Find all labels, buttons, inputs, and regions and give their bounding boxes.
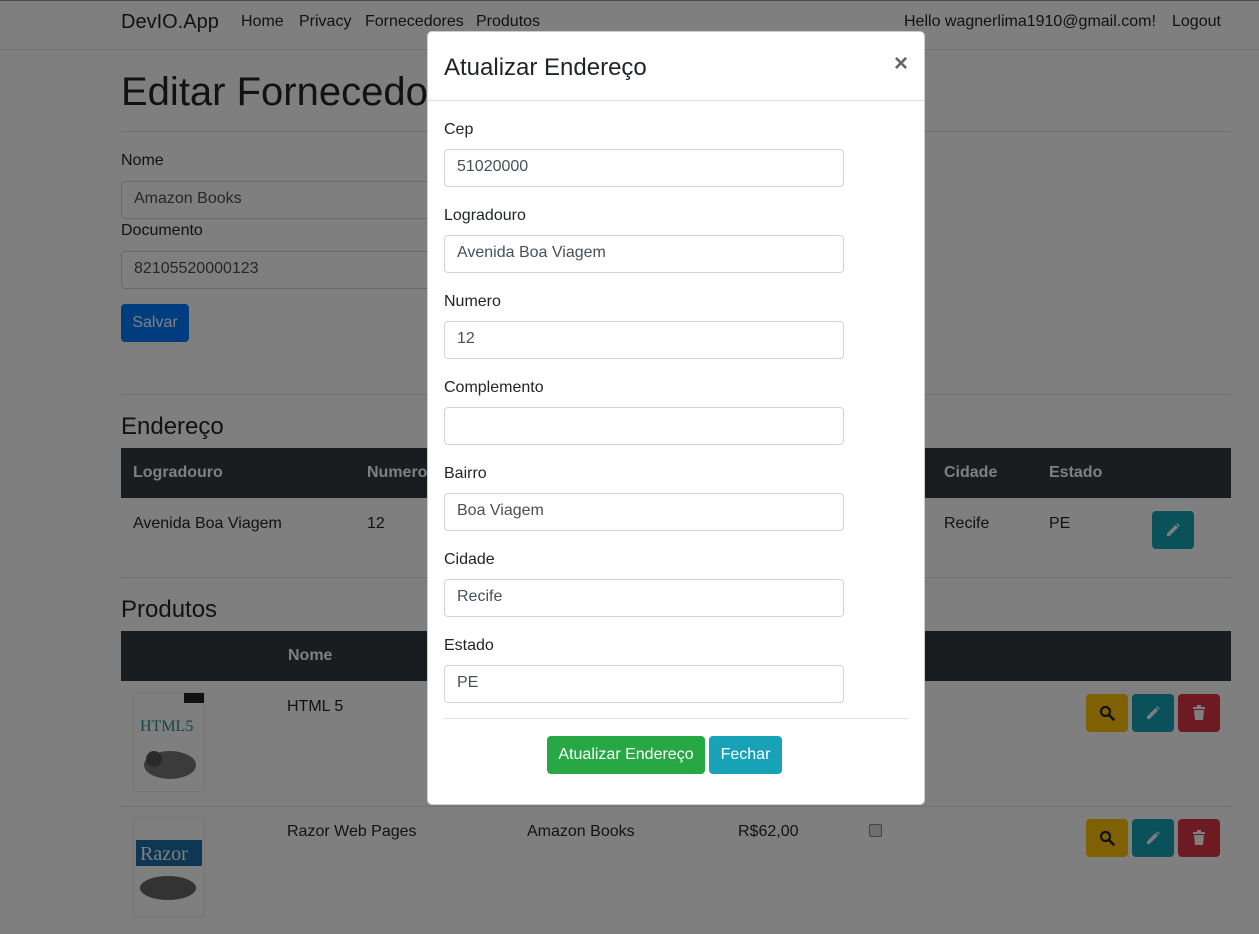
estado-input[interactable]: PE: [444, 665, 844, 703]
logradouro-label: Logradouro: [444, 207, 526, 224]
cidade-label: Cidade: [444, 551, 495, 568]
complemento-label: Complemento: [444, 379, 544, 396]
cep-input[interactable]: 51020000: [444, 149, 844, 187]
complemento-input[interactable]: [444, 407, 844, 445]
divider: [444, 718, 909, 719]
close-icon[interactable]: ×: [894, 50, 908, 78]
logradouro-input[interactable]: Avenida Boa Viagem: [444, 235, 844, 273]
cep-label: Cep: [444, 121, 474, 138]
estado-label: Estado: [444, 637, 494, 654]
divider: [428, 100, 924, 101]
update-address-modal: Atualizar Endereço × Cep 51020000 Lograd…: [427, 31, 925, 805]
cidade-input[interactable]: Recife: [444, 579, 844, 617]
bairro-input[interactable]: Boa Viagem: [444, 493, 844, 531]
numero-label: Numero: [444, 293, 501, 310]
close-modal-button[interactable]: Fechar: [709, 736, 782, 774]
update-address-button[interactable]: Atualizar Endereço: [547, 736, 705, 774]
numero-input[interactable]: 12: [444, 321, 844, 359]
bairro-label: Bairro: [444, 465, 487, 482]
modal-title: Atualizar Endereço: [444, 54, 647, 81]
